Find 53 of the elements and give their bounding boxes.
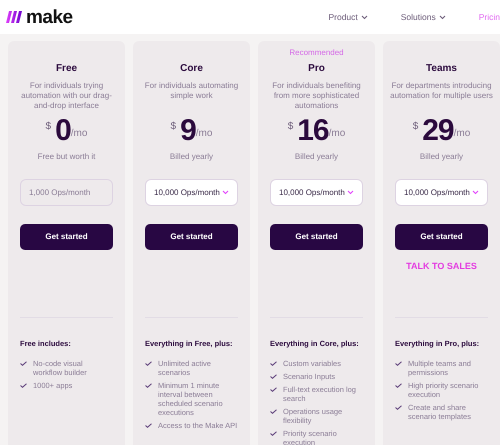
price-period: /mo: [328, 127, 346, 141]
chevron-icon: [222, 190, 229, 195]
price-amount: 16: [297, 115, 329, 147]
price-amount: 0: [55, 115, 71, 147]
check-icon: [395, 382, 402, 388]
plan-description: For individuals benefiting from more sophisticated automations: [271, 81, 362, 111]
nav-link[interactable]: Product: [328, 10, 368, 24]
get-started-button[interactable]: Get started: [270, 224, 363, 250]
billing-note: Free but worth it: [38, 151, 96, 163]
check-icon: [145, 360, 152, 366]
plan-description: For individuals trying automation with our drag-and-drop interface: [20, 81, 113, 111]
price-period: /mo: [196, 128, 212, 139]
chevron-icon: [472, 190, 479, 195]
currency-symbol: $: [170, 120, 176, 134]
check-icon: [270, 374, 277, 379]
chevron-icon: [347, 190, 354, 195]
currency-symbol: $: [46, 120, 52, 134]
operations-dropdown[interactable]: 10,000 Ops/month: [145, 179, 238, 206]
check-icon: [145, 382, 152, 388]
check-icon: [270, 430, 277, 436]
get-started-button[interactable]: Get started: [395, 224, 488, 250]
get-started-button[interactable]: Get started: [145, 224, 238, 250]
check-icon: [20, 382, 27, 388]
nav-link[interactable]: Solutions: [400, 10, 446, 24]
billing-note: Billed yearly: [170, 151, 214, 163]
price-period: /mo: [70, 127, 88, 141]
plan-name: Core: [180, 62, 203, 76]
logo-text[interactable]: make: [26, 8, 73, 26]
plan-name: Free: [56, 62, 78, 76]
get-started-button[interactable]: Get started: [20, 224, 113, 250]
logo-icon: [4, 11, 22, 23]
check-icon: [20, 360, 27, 366]
operations-dropdown[interactable]: 10,000 Ops/month: [395, 179, 488, 206]
operations-field: 1,000 Ops/month: [20, 179, 113, 206]
price-amount: 9: [180, 115, 196, 147]
check-icon: [145, 422, 152, 428]
check-icon: [270, 386, 277, 392]
check-icon: [395, 360, 402, 366]
check-icon: [395, 404, 402, 410]
price-amount: 29: [422, 115, 454, 147]
plan-description: For individuals automating simple work: [144, 81, 240, 102]
check-icon: [270, 360, 277, 366]
plan-name: Pro: [308, 62, 325, 76]
check-icon: [270, 408, 277, 414]
plan-description: For departments introducing automation for multiple users: [390, 81, 493, 102]
currency-symbol: $: [288, 120, 294, 134]
recommended-label: Recommended: [289, 47, 344, 59]
billing-note: Billed yearly: [294, 151, 338, 163]
operations-dropdown[interactable]: 10,000 Ops/month: [270, 179, 363, 206]
plan-name: Teams: [426, 62, 457, 76]
price-period: /mo: [454, 127, 470, 141]
billing-note: Billed yearly: [420, 151, 464, 163]
currency-symbol: $: [412, 120, 418, 134]
